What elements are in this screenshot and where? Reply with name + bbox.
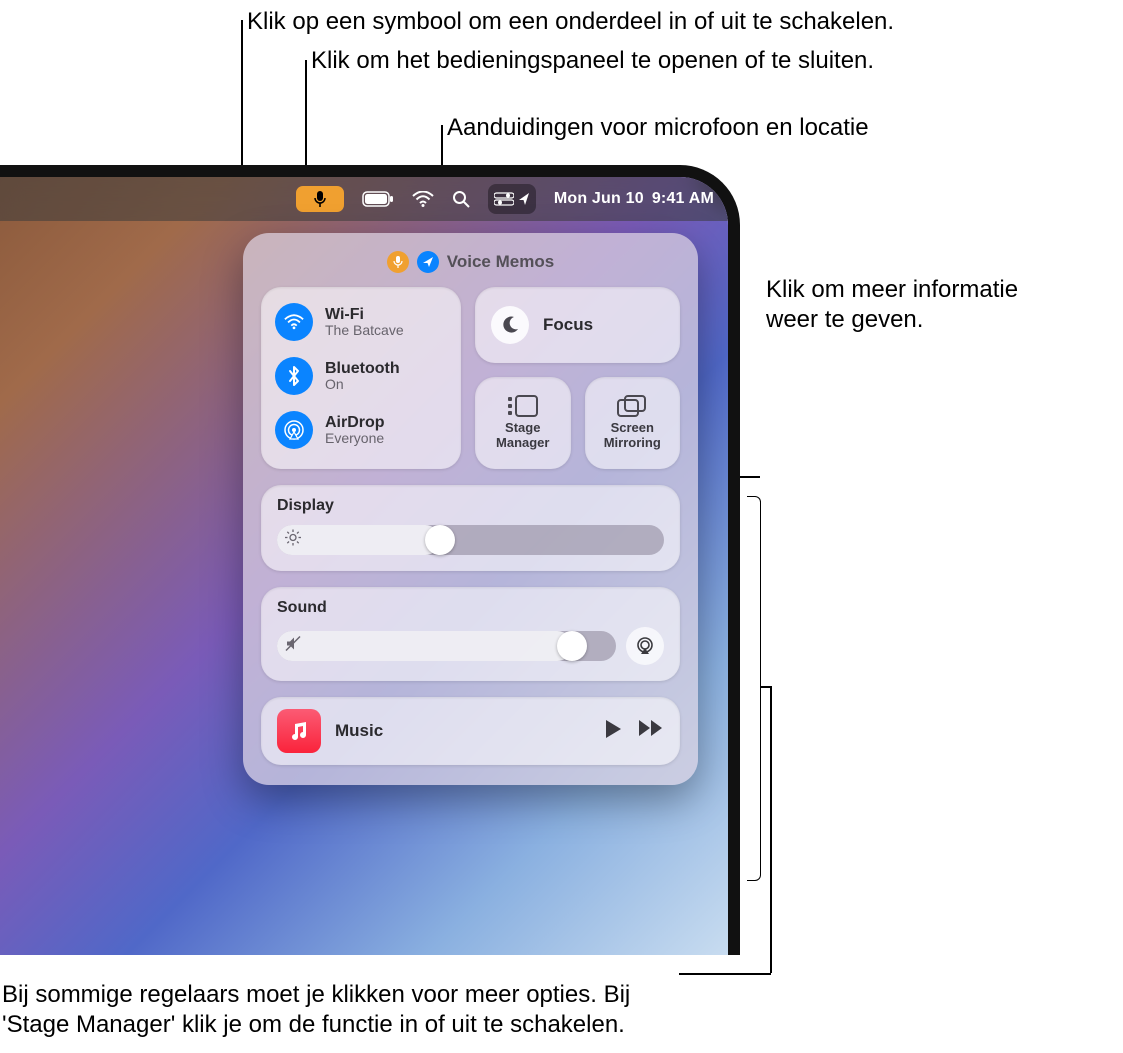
menubar-date: Mon Jun 10 [554, 190, 644, 208]
focus-toggle[interactable]: Focus [475, 287, 680, 363]
sound-card: Sound [261, 587, 680, 681]
media-app-label: Music [335, 721, 590, 741]
music-app-icon [277, 709, 321, 753]
wifi-icon[interactable] [412, 177, 434, 221]
wifi-icon [275, 303, 313, 341]
volume-slider[interactable] [277, 631, 616, 661]
menubar-clock[interactable]: Mon Jun 10 9:41 AM [554, 177, 714, 221]
privacy-indicator-row[interactable]: Voice Memos [261, 251, 680, 273]
stage-manager-toggle[interactable]: StageManager [475, 377, 571, 469]
mirror-label-1: Screen [611, 420, 654, 435]
menubar-time: 9:41 AM [652, 190, 714, 208]
sun-icon [285, 530, 301, 551]
callout-indicators: Aanduidingen voor microfoon en locatie [447, 112, 869, 143]
airdrop-title: AirDrop [325, 414, 385, 432]
play-button[interactable] [604, 719, 622, 744]
bluetooth-title: Bluetooth [325, 360, 400, 378]
brightness-slider[interactable] [277, 525, 664, 555]
stage-manager-icon [508, 395, 538, 417]
callout-toggle: Klik op een symbool om een onderdeel in … [247, 6, 894, 37]
stage-label-2: Manager [496, 435, 549, 450]
location-indicator-icon [417, 251, 439, 273]
microphone-indicator-icon [387, 251, 409, 273]
airplay-icon [635, 637, 655, 655]
mute-icon [285, 636, 301, 657]
sound-label: Sound [277, 599, 664, 617]
play-icon [604, 719, 622, 739]
control-center-menubar-button[interactable] [488, 184, 536, 214]
callout-bottom-line1: Bij sommige regelaars moet je klikken vo… [2, 979, 630, 1010]
location-indicator-icon [518, 192, 530, 206]
airdrop-toggle[interactable]: AirDrop Everyone [273, 405, 449, 455]
microphone-icon [313, 191, 327, 207]
callout-more-info-line1: Klik om meer informatie [766, 274, 1018, 305]
display-label: Display [277, 497, 664, 515]
screen-mirroring-button[interactable]: ScreenMirroring [585, 377, 681, 469]
display-card: Display [261, 485, 680, 571]
next-track-button[interactable] [638, 719, 664, 744]
wifi-title: Wi-Fi [325, 306, 404, 324]
bluetooth-icon [275, 357, 313, 395]
bluetooth-subtitle: On [325, 377, 400, 392]
callout-bottom-line2: 'Stage Manager' klik je om de functie in… [2, 1009, 625, 1040]
callout-more-info-line2: weer te geven. [766, 304, 923, 335]
spotlight-icon[interactable] [452, 177, 470, 221]
screen-mirroring-icon [617, 395, 647, 417]
airplay-audio-button[interactable] [626, 627, 664, 665]
connectivity-card: Wi-Fi The Batcave Bluetooth On [261, 287, 461, 469]
airdrop-subtitle: Everyone [325, 431, 385, 446]
wifi-subtitle: The Batcave [325, 323, 404, 338]
control-center-icon [494, 192, 514, 206]
focus-label: Focus [543, 315, 593, 335]
forward-icon [638, 719, 664, 737]
wifi-toggle[interactable]: Wi-Fi The Batcave [273, 297, 449, 347]
moon-icon [491, 306, 529, 344]
airdrop-icon [275, 411, 313, 449]
battery-icon[interactable] [362, 177, 394, 221]
mirror-label-2: Mirroring [604, 435, 661, 450]
control-center-panel: Voice Memos Wi-Fi The Batcave [243, 233, 698, 785]
voice-memo-pill[interactable] [296, 177, 344, 221]
stage-label-1: Stage [505, 420, 540, 435]
device-frame: Mon Jun 10 9:41 AM Voice Memos [0, 165, 740, 955]
callout-open-cc: Klik om het bedieningspaneel te openen o… [311, 45, 874, 76]
now-playing-card[interactable]: Music [261, 697, 680, 765]
privacy-app-name: Voice Memos [447, 252, 554, 272]
bluetooth-toggle[interactable]: Bluetooth On [273, 351, 449, 401]
menu-bar: Mon Jun 10 9:41 AM [0, 177, 728, 221]
